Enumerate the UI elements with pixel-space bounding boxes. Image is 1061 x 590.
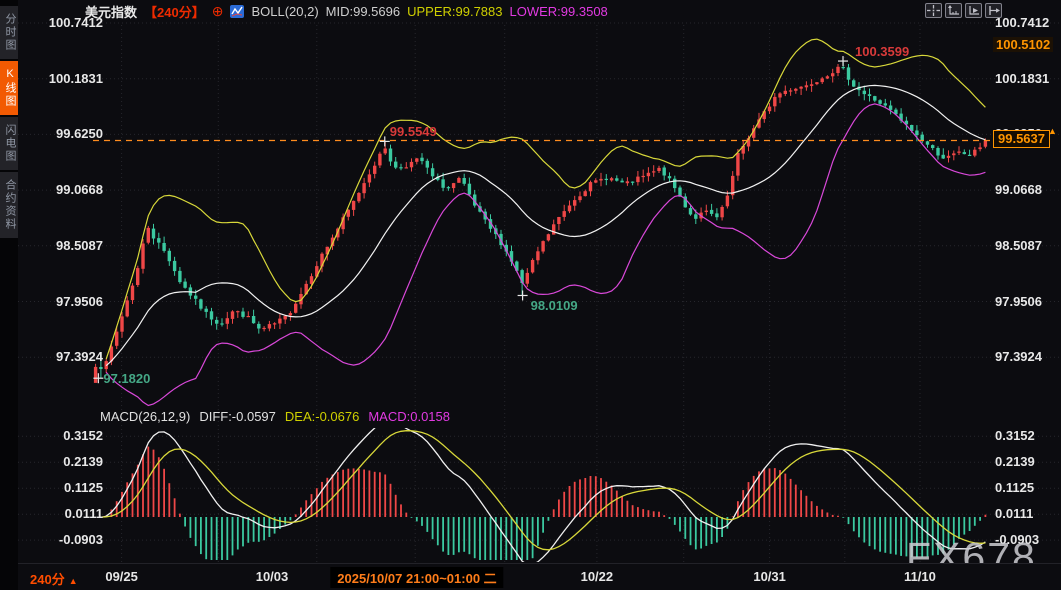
price-tick-label-right: 0.2139: [995, 454, 1035, 470]
chart-panel: 美元指数 【240分】 ⊕ BOLL(20,2) MID:99.5696 UPP…: [18, 0, 1061, 590]
sidebar-tab-time-chart[interactable]: 分时图: [0, 6, 18, 59]
x-axis-date-label: 09/25: [105, 569, 138, 584]
axis-scale-icon[interactable]: [945, 3, 962, 18]
chart-canvas[interactable]: [18, 0, 1061, 590]
x-axis-date-label: 11/10: [904, 569, 936, 584]
symbol-title: 美元指数: [85, 2, 137, 21]
price-tick-label-left: 98.5087: [18, 238, 103, 254]
interval-selector-label: 240分: [30, 572, 65, 587]
boll-upper-value: UPPER:99.7883: [407, 4, 502, 19]
selected-range-label: 2025/10/07 21:00~01:00 二: [330, 567, 503, 588]
price-tick-label-left: 100.1831: [18, 71, 103, 87]
annotation-swing-high: 99.5549: [390, 124, 437, 139]
x-axis-date-label: 10/22: [581, 569, 614, 584]
macd-macd-value: MACD:0.0158: [368, 409, 450, 424]
crosshair-icon[interactable]: [925, 3, 942, 18]
price-tick-label-left: 97.3924: [18, 349, 103, 365]
price-tick-label-right: 100.1831: [995, 71, 1049, 87]
boll-label: BOLL(20,2): [251, 4, 318, 19]
time-axis-bar: 240分 ▲ 09/25 10/03 10/22 10/31 11/10 2025/10/…: [18, 563, 1061, 590]
price-tick-label-right: 99.0668: [995, 182, 1042, 198]
price-tick-label-left: 0.2139: [18, 454, 103, 470]
dropdown-arrow-icon: ▲: [69, 576, 78, 586]
x-axis-date-label: 10/31: [753, 569, 786, 584]
price-tick-label-left: 99.6250: [18, 126, 103, 142]
x-axis-date-label: 10/03: [256, 569, 289, 584]
sidebar-tab-kline-chart[interactable]: K线图: [0, 61, 18, 115]
price-tick-label-left: 0.0111: [18, 506, 103, 522]
macd-header: MACD(26,12,9) DIFF:-0.0597 DEA:-0.0676 M…: [100, 409, 450, 424]
annotation-swing-low: 98.0109: [531, 298, 578, 313]
price-tick-label-left: 97.9506: [18, 294, 103, 310]
pan-right-icon[interactable]: [985, 3, 1002, 18]
price-tick-label-right: 0.1125: [995, 480, 1034, 496]
interval-selector[interactable]: 240分 ▲: [30, 569, 78, 588]
interval-label: 【240分】: [144, 2, 205, 21]
price-alert-icon[interactable]: ▲: [1048, 126, 1057, 136]
app-root: 分时图 K线图 闪电图 合约资料 美元指数 【240分】 ⊕ BOLL(20,2…: [0, 0, 1061, 590]
price-tick-label-right: 0.3152: [995, 428, 1035, 444]
price-tick-label-left: 99.0668: [18, 182, 103, 198]
price-tick-label-left: 0.1125: [18, 480, 103, 496]
annotation-low: 97.1820: [103, 371, 150, 386]
chart-toolbar: [925, 3, 1002, 18]
price-tick-label-left: 0.3152: [18, 428, 103, 444]
macd-dea-value: DEA:-0.0676: [285, 409, 359, 424]
price-tick-label-right: 100.7412: [995, 15, 1049, 31]
add-indicator-icon[interactable]: ⊕: [212, 4, 224, 18]
annotation-high: 100.3599: [855, 44, 909, 59]
chart-header: 美元指数 【240分】 ⊕ BOLL(20,2) MID:99.5696 UPP…: [85, 0, 608, 22]
sidebar-tab-contract-info[interactable]: 合约资料: [0, 172, 18, 238]
price-tick-label-left: -0.0903: [18, 532, 103, 548]
price-tick-label-right: 0.0111: [995, 506, 1033, 522]
price-tick-label-right: 97.3924: [995, 349, 1042, 365]
price-tick-label-right: 98.5087: [995, 238, 1042, 254]
boll-lower-value: LOWER:99.3508: [510, 4, 608, 19]
sidebar: 分时图 K线图 闪电图 合约资料: [0, 0, 18, 590]
price-tick-label-right: 97.9506: [995, 294, 1042, 310]
sidebar-tab-lightning-chart[interactable]: 闪电图: [0, 117, 18, 170]
macd-label: MACD(26,12,9): [100, 409, 190, 424]
axis-play-icon[interactable]: [965, 3, 982, 18]
session-high-label: 100.5102: [993, 37, 1053, 52]
macd-diff-value: DIFF:-0.0597: [199, 409, 276, 424]
chart-type-icon[interactable]: [230, 5, 244, 18]
last-price-label: 99.5637: [993, 130, 1050, 148]
boll-mid-value: MID:99.5696: [326, 4, 400, 19]
